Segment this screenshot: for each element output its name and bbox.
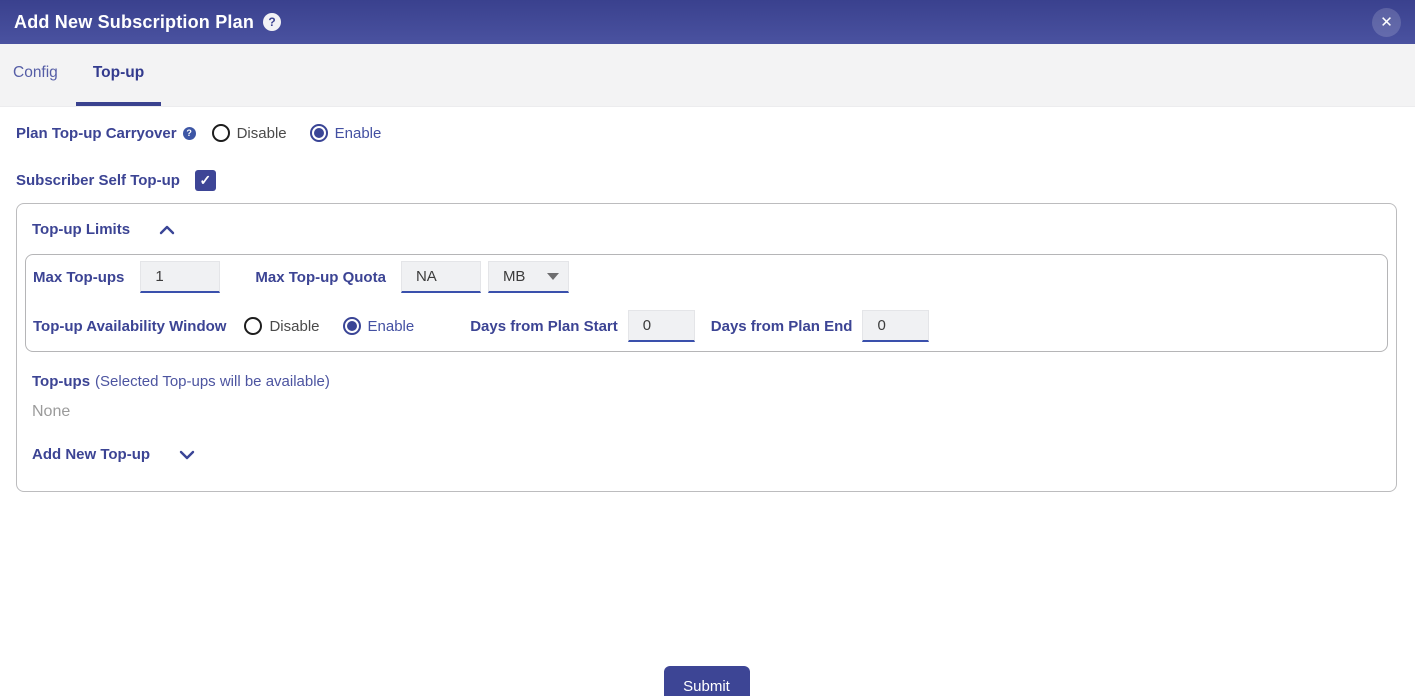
availability-disable-label[interactable]: Disable — [269, 318, 319, 335]
topups-selected-value: None — [32, 403, 1388, 421]
availability-window-label: Top-up Availability Window — [33, 318, 226, 335]
close-icon[interactable]: ✕ — [1372, 8, 1401, 37]
days-from-plan-end-input[interactable] — [862, 310, 929, 342]
carryover-enable-radio[interactable] — [310, 124, 328, 142]
quota-unit-value: MB — [503, 268, 526, 285]
availability-enable-radio[interactable] — [343, 317, 361, 335]
dialog-title: Add New Subscription Plan — [14, 12, 254, 33]
add-new-topup-row[interactable]: Add New Top-up — [32, 446, 1388, 463]
quota-unit-select[interactable]: MB — [488, 261, 569, 293]
availability-disable-radio[interactable] — [244, 317, 262, 335]
max-topup-quota-label: Max Top-up Quota — [255, 269, 386, 286]
topups-hint: (Selected Top-ups will be available) — [95, 373, 330, 390]
tab-bar: Config Top-up — [0, 44, 1415, 107]
plan-topup-carryover-row: Plan Top-up Carryover ? Disable Enable — [16, 124, 1397, 142]
limits-row-2: Top-up Availability Window Disable Enabl… — [33, 310, 1377, 342]
days-from-plan-start-input[interactable] — [628, 310, 695, 342]
topups-label: Top-ups — [32, 373, 90, 390]
carryover-disable-radio[interactable] — [212, 124, 230, 142]
max-topup-quota-input[interactable] — [401, 261, 481, 293]
dialog-body: Plan Top-up Carryover ? Disable Enable S… — [0, 124, 1415, 696]
footer: Submit — [16, 666, 1397, 696]
topups-label-row: Top-ups (Selected Top-ups will be availa… — [32, 373, 1388, 390]
subscriber-self-topup-label: Subscriber Self Top-up — [16, 172, 180, 189]
topup-limits-group: Top-up Limits Max Top-ups Max Top-up Quo… — [16, 203, 1397, 492]
days-from-plan-start-label: Days from Plan Start — [470, 318, 618, 335]
availability-enable-label[interactable]: Enable — [368, 318, 415, 335]
carryover-disable-label[interactable]: Disable — [237, 125, 287, 142]
chevron-up-icon[interactable] — [158, 223, 176, 237]
add-new-topup-label: Add New Top-up — [32, 446, 150, 463]
subscriber-self-topup-checkbox[interactable]: ✓ — [195, 170, 216, 191]
max-topups-input[interactable] — [140, 261, 220, 293]
max-topups-label: Max Top-ups — [33, 269, 124, 286]
topup-limits-header[interactable]: Top-up Limits — [32, 221, 1388, 238]
topup-limits-box: Max Top-ups Max Top-up Quota MB Top-up A… — [25, 254, 1388, 352]
dialog-header: Add New Subscription Plan ? ✕ — [0, 0, 1415, 44]
subscriber-self-topup-row: Subscriber Self Top-up ✓ — [16, 170, 1397, 191]
tab-topup[interactable]: Top-up — [76, 44, 161, 106]
carryover-help-icon[interactable]: ? — [183, 127, 196, 140]
select-arrow-icon — [547, 273, 559, 280]
tab-config[interactable]: Config — [13, 44, 58, 106]
limits-row-1: Max Top-ups Max Top-up Quota MB — [33, 261, 1377, 293]
submit-button[interactable]: Submit — [664, 666, 750, 696]
topup-limits-title: Top-up Limits — [32, 221, 130, 238]
days-from-plan-end-label: Days from Plan End — [711, 318, 853, 335]
plan-topup-carryover-label: Plan Top-up Carryover — [16, 125, 177, 142]
title-help-icon[interactable]: ? — [263, 13, 281, 31]
chevron-down-icon[interactable] — [178, 448, 196, 462]
carryover-enable-label[interactable]: Enable — [335, 125, 382, 142]
